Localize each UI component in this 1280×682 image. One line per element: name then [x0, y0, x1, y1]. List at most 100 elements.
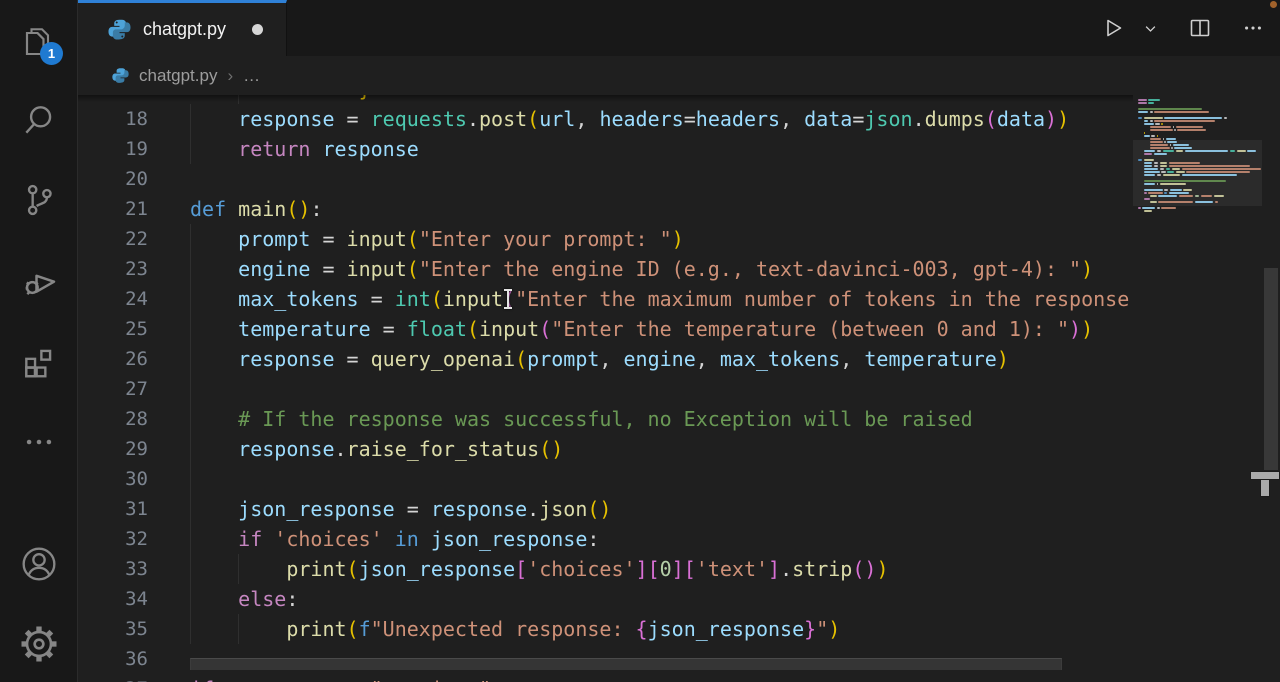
minimap-line [1185, 150, 1229, 152]
horizontal-scrollbar-thumb[interactable] [190, 658, 1062, 670]
line-number[interactable]: 26 [78, 344, 148, 374]
code-region: 17 }18 response = requests.post(url, hea… [78, 95, 1280, 682]
minimap-line [1176, 171, 1185, 173]
minimap-line [1150, 120, 1153, 122]
minimap[interactable] [1133, 95, 1262, 682]
more-views-icon[interactable] [0, 410, 78, 474]
minimap-line [1144, 210, 1153, 212]
line-number[interactable]: 29 [78, 434, 148, 464]
line-number[interactable]: 20 [78, 164, 148, 194]
extensions-icon[interactable] [0, 330, 78, 394]
minimap-line [1144, 153, 1153, 155]
line-number[interactable]: 25 [78, 314, 148, 344]
minimap-line [1230, 150, 1236, 152]
minimap-line [1144, 117, 1163, 119]
code-text: print(f"Unexpected response: {json_respo… [190, 614, 840, 644]
code-text: } [190, 95, 371, 104]
code-text: # If the response was successful, no Exc… [190, 404, 973, 434]
code-line: 35 print(f"Unexpected response: {json_re… [78, 614, 1133, 644]
line-number[interactable]: 18 [78, 104, 148, 134]
minimap-line [1177, 129, 1206, 131]
split-editor-button[interactable] [1188, 16, 1212, 40]
line-number[interactable]: 32 [78, 524, 148, 554]
minimap-line [1148, 99, 1160, 101]
minimap-line [1144, 132, 1145, 134]
line-number[interactable]: 21 [78, 194, 148, 224]
minimap-line [1164, 192, 1167, 194]
line-number[interactable]: 33 [78, 554, 148, 584]
minimap-line [1195, 195, 1199, 197]
breadcrumb-file[interactable]: chatgpt.py [139, 66, 217, 86]
code-line: 21def main(): [78, 194, 1133, 224]
minimap-line [1150, 141, 1163, 143]
line-number[interactable]: 31 [78, 494, 148, 524]
explorer-icon[interactable]: 1 [0, 10, 78, 74]
vertical-scrollbar [1262, 95, 1280, 682]
minimap-line [1158, 201, 1193, 203]
recording-dot [1270, 1, 1277, 8]
minimap-line [1160, 162, 1167, 164]
run-dropdown-chevron-icon[interactable] [1143, 21, 1158, 36]
minimap-line [1138, 102, 1147, 104]
code-line: 22 prompt = input("Enter your prompt: ") [78, 224, 1133, 254]
minimap-line [1215, 201, 1218, 203]
minimap-line [1167, 141, 1177, 143]
code-editor[interactable]: 17 }18 response = requests.post(url, hea… [78, 95, 1133, 682]
vertical-scrollbar-thumb[interactable] [1264, 268, 1278, 470]
line-number[interactable]: 35 [78, 614, 148, 644]
minimap-line [1182, 174, 1237, 176]
minimap-line [1144, 135, 1150, 137]
line-number[interactable]: 34 [78, 584, 148, 614]
minimap-line [1164, 117, 1222, 119]
line-number[interactable]: 23 [78, 254, 148, 284]
run-button[interactable] [1101, 16, 1125, 40]
code-text: if __name__ == "__main__": [190, 674, 503, 682]
minimap-line [1144, 189, 1163, 191]
line-number[interactable]: 19 [78, 134, 148, 164]
minimap-line [1166, 138, 1176, 140]
tab-label: chatgpt.py [143, 19, 226, 40]
line-number[interactable]: 36 [78, 644, 148, 674]
line-number[interactable]: 28 [78, 404, 148, 434]
minimap-line [1144, 159, 1154, 161]
minimap-line [1144, 150, 1156, 152]
minimap-line [1161, 171, 1165, 173]
source-control-icon[interactable] [0, 168, 78, 232]
minimap-line [1138, 159, 1142, 161]
settings-gear-icon[interactable] [0, 612, 78, 676]
more-actions-button[interactable] [1242, 17, 1264, 39]
search-icon[interactable] [0, 88, 78, 152]
line-number[interactable]: 24 [78, 284, 148, 314]
minimap-line [1150, 129, 1173, 131]
minimap-line [1163, 174, 1180, 176]
run-debug-icon[interactable] [0, 248, 78, 312]
line-number[interactable]: 37 [78, 674, 148, 682]
minimap-line [1157, 135, 1158, 137]
accounts-icon[interactable] [0, 532, 78, 596]
code-text: engine = input("Enter the engine ID (e.g… [190, 254, 1093, 284]
line-number[interactable]: 27 [78, 374, 148, 404]
line-number[interactable]: 22 [78, 224, 148, 254]
minimap-line [1179, 195, 1194, 197]
minimap-line [1173, 126, 1174, 128]
tab-chatgpt-py[interactable]: chatgpt.py [78, 0, 287, 56]
indent-guide [190, 464, 191, 494]
code-line: 29 response.raise_for_status() [78, 434, 1133, 464]
minimap-line [1144, 120, 1148, 122]
minimap-line [1170, 189, 1182, 191]
minimap-line [1186, 171, 1250, 173]
vscode-window: 1 [0, 0, 1280, 682]
minimap-line [1163, 138, 1164, 140]
breadcrumb-more[interactable]: … [243, 66, 261, 86]
minimap-line [1138, 99, 1147, 101]
code-line: 19 return response [78, 134, 1133, 164]
minimap-line [1144, 192, 1147, 194]
minimap-line [1144, 171, 1160, 173]
modified-indicator [252, 24, 263, 35]
minimap-line [1150, 111, 1153, 113]
line-number[interactable]: 17 [78, 95, 148, 104]
minimap-line [1144, 174, 1156, 176]
minimap-line [1148, 192, 1163, 194]
minimap-line [1144, 180, 1227, 182]
line-number[interactable]: 30 [78, 464, 148, 494]
